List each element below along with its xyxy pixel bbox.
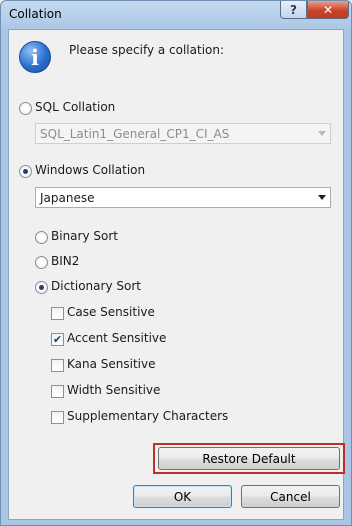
help-button[interactable]: ? [280,1,307,19]
prompt-text: Please specify a collation: [69,43,225,57]
sql-collation-label[interactable]: SQL Collation [35,100,115,114]
supplementary-characters-label[interactable]: Supplementary Characters [67,409,228,423]
case-sensitive-checkbox[interactable] [51,307,64,320]
accent-sensitive-label[interactable]: Accent Sensitive [67,331,166,345]
kana-sensitive-checkbox[interactable] [51,359,64,372]
bin2-label[interactable]: BIN2 [51,254,79,268]
cancel-button[interactable]: Cancel [241,485,340,508]
binary-sort-label[interactable]: Binary Sort [51,229,118,243]
case-sensitive-label[interactable]: Case Sensitive [67,305,155,319]
windows-collation-dropdown[interactable]: Japanese [35,187,331,208]
supplementary-characters-checkbox[interactable] [51,411,64,424]
windows-collation-radio[interactable] [19,165,32,178]
sql-collation-value: SQL_Latin1_General_CP1_CI_AS [40,127,230,141]
dictionary-sort-label[interactable]: Dictionary Sort [51,279,141,293]
chevron-down-icon [318,195,326,200]
info-icon: i [19,41,51,73]
restore-default-button[interactable]: Restore Default [158,447,340,470]
dictionary-sort-radio[interactable] [35,281,48,294]
windows-collation-value: Japanese [40,191,95,205]
binary-sort-radio[interactable] [35,231,48,244]
accent-sensitive-checkbox[interactable]: ✔ [51,333,64,346]
collation-dialog: Collation ? ✕ i Please specify a collati… [0,0,352,526]
width-sensitive-checkbox[interactable] [51,385,64,398]
ok-button[interactable]: OK [133,485,232,508]
windows-collation-label[interactable]: Windows Collation [35,163,145,177]
window-title: Collation [9,7,62,21]
kana-sensitive-label[interactable]: Kana Sensitive [67,357,156,371]
title-bar[interactable]: Collation ? ✕ [1,1,351,27]
sql-collation-radio[interactable] [19,102,32,115]
dialog-body: i Please specify a collation: SQL Collat… [8,29,345,520]
bin2-radio[interactable] [35,256,48,269]
close-button[interactable]: ✕ [307,1,349,19]
sql-collation-dropdown[interactable]: SQL_Latin1_General_CP1_CI_AS [35,123,331,144]
chevron-down-icon [318,131,326,136]
width-sensitive-label[interactable]: Width Sensitive [67,383,160,397]
